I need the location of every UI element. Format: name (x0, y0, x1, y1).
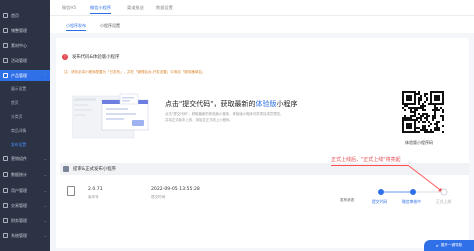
section-publish-code-header: ! 发布代码&体验版小程序 (62, 51, 119, 62)
sidebar-item-materials[interactable]: 素材中心 (0, 40, 50, 51)
home-icon (3, 13, 8, 18)
tab-channel-push[interactable]: 渠道推送 (127, 4, 144, 14)
sidebar-item-products[interactable]: 产品管理 ⌃ (0, 70, 50, 81)
top-tab-bar: 微信H5 微信小程序 渠道推送 数据设置 (50, 0, 474, 16)
step-go-live: 正式上线 (436, 199, 452, 204)
sub-tab-bar: 小程序发布 小程序设置 (50, 16, 474, 33)
tab-wechat-h5[interactable]: 微信H5 (62, 4, 76, 14)
chevron-up-icon: ⌃ (43, 73, 47, 78)
app-root: { "sidebar": { "items": [ {"label":"首页"}… (0, 0, 474, 251)
sidebar-item-shop[interactable]: 铺整管理 (0, 25, 50, 36)
sidebar-item-stats[interactable]: 数据统计 ⌄ (0, 169, 50, 180)
chevron-down-icon: ⌄ (43, 188, 47, 193)
step-dot-live (440, 188, 448, 196)
submit-time-label: 提交时间 (151, 195, 166, 199)
sidebar-item-marketing[interactable]: 营销组件 ⌄ (0, 153, 50, 164)
sidebar-item-home[interactable]: 首页 (0, 10, 50, 21)
chevron-down-icon: ⌄ (43, 156, 47, 161)
tab-data-settings[interactable]: 数据设置 (156, 4, 173, 14)
publish-desc-line2: 并将正式版本上线，添加至正式线上小程序。 (165, 118, 233, 122)
sidebar-sub-publish[interactable]: 发布设置 (0, 139, 50, 150)
sidebar-item-users[interactable]: 用户管理 ⌄ (0, 185, 50, 196)
chevron-down-icon: ⌄ (43, 233, 47, 238)
sidebar-item-finance[interactable]: 财务管理 ⌄ (0, 215, 50, 226)
chevron-down-icon: ⌄ (43, 172, 47, 177)
sidebar-item-trade[interactable]: 交易管理 ⌄ (0, 200, 50, 211)
sidebar-sub-category[interactable]: 分类页 (0, 111, 50, 122)
subtab-publish[interactable]: 小程序发布 (66, 22, 86, 31)
activity-icon (3, 58, 8, 63)
trial-qr-code (402, 91, 444, 133)
settings-icon (3, 233, 8, 238)
warning-icon: ! (62, 53, 68, 60)
folder-icon (3, 43, 8, 48)
version-label: 版本号 (88, 195, 99, 199)
step-dot-submit (378, 189, 384, 195)
step-dot-review (410, 189, 416, 195)
finance-icon (3, 218, 8, 223)
rocket-icon: ➤ (435, 243, 439, 248)
tab-wechat-miniprogram[interactable]: 微信小程序 (90, 4, 111, 14)
publish-heading: 点击"提交代码"，获取最新的体验版小程序 (165, 100, 298, 108)
user-icon (3, 188, 8, 193)
shop-icon (3, 28, 8, 33)
product-icon (3, 73, 8, 78)
sidebar-item-system[interactable]: 系统管理 ⌄ (0, 230, 50, 241)
step-wechat-review: 微信审核中 (402, 199, 421, 204)
document-icon (63, 166, 69, 172)
sidebar-sub-home[interactable]: 首页 (0, 97, 50, 108)
marketing-icon (3, 156, 8, 161)
publish-desc-line1: 点击"提交代码"，获取最新的体验版小程序，体验版小程序可供项目成员预览， (165, 112, 284, 116)
submit-time: 2022-09-05 13:55:28 (151, 187, 200, 192)
miniprogram-illustration (72, 93, 149, 139)
annotation-arrow (408, 165, 444, 193)
sidebar-sub-detail[interactable]: 商品详情 (0, 125, 50, 136)
version-file-icon (67, 186, 75, 196)
step-submit-code: 提交代码 (372, 199, 388, 204)
chart-icon (3, 172, 8, 177)
sidebar-sub-display[interactable]: 展示设置 (0, 83, 50, 94)
sidebar: 首页 铺整管理 素材中心 活动管理 产品管理 ⌃ 展示设置 首页 分类页 商品详情… (0, 0, 50, 251)
subtab-settings[interactable]: 小程序设置 (100, 22, 120, 31)
version-number: 2.0.71 (88, 187, 103, 192)
sidebar-item-activity[interactable]: 活动管理 (0, 55, 50, 66)
quick-nav-button[interactable]: ➤ 展开一键导航 (424, 240, 474, 251)
chevron-down-icon: ⌄ (43, 203, 47, 208)
chevron-down-icon: ⌄ (43, 218, 47, 223)
config-note: 注：请务必将小程序配置为「已发布」，并在「管理后台-开发设置」中添加「服务器域名… (64, 69, 206, 74)
qr-caption: 体验版小程序码 (405, 140, 433, 145)
trade-icon (3, 203, 8, 208)
